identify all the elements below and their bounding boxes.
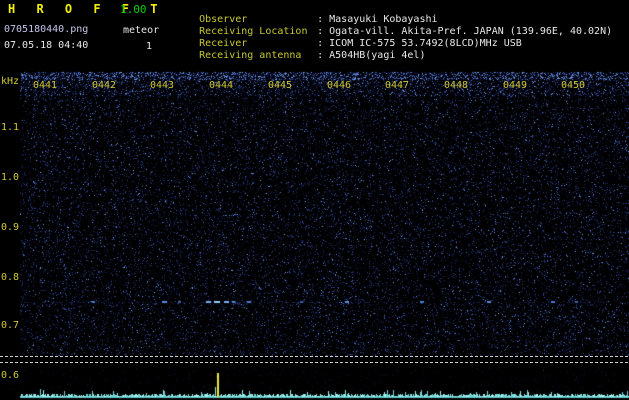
freq-tick: 0.6	[0, 370, 19, 381]
time-tick: 0450	[561, 80, 586, 91]
output-filename: 0705180440.png	[4, 24, 89, 35]
time-tick: 0446	[327, 80, 352, 91]
hrofft-screen: H R O F F T 1.00 0705180440.png meteor 0…	[0, 0, 629, 400]
time-tick: 0441	[33, 80, 58, 91]
info-separator: :	[317, 50, 330, 61]
time-tick: 0447	[385, 80, 410, 91]
freq-tick: 0.9	[0, 222, 19, 233]
info-value: A504HB(yagi 4el)	[329, 50, 426, 61]
mode-label: meteor	[123, 25, 160, 36]
freq-tick: 1.1	[0, 122, 19, 133]
spectrogram-area	[0, 72, 629, 356]
info-row-antenna: Receiving antenna: A504HB(yagi 4el)	[175, 39, 425, 72]
level-panel-separator	[0, 362, 629, 363]
freq-tick: 0.8	[0, 272, 19, 283]
signal-level-panel	[0, 357, 629, 400]
freq-unit-label: kHz	[0, 76, 19, 87]
freq-tick: 0.7	[0, 320, 19, 331]
freq-tick: 1.0	[0, 172, 19, 183]
time-tick: 0442	[92, 80, 117, 91]
time-tick: 0449	[503, 80, 528, 91]
app-version: 1.00	[120, 3, 147, 16]
time-tick: 0445	[268, 80, 293, 91]
time-tick: 0443	[150, 80, 175, 91]
time-tick: 0444	[209, 80, 234, 91]
time-tick: 0448	[444, 80, 469, 91]
info-label: Receiving antenna	[199, 50, 302, 61]
meteor-count: 1	[146, 41, 153, 52]
observation-datetime: 07.05.18 04:40	[4, 40, 89, 51]
level-panel-separator	[0, 356, 629, 357]
